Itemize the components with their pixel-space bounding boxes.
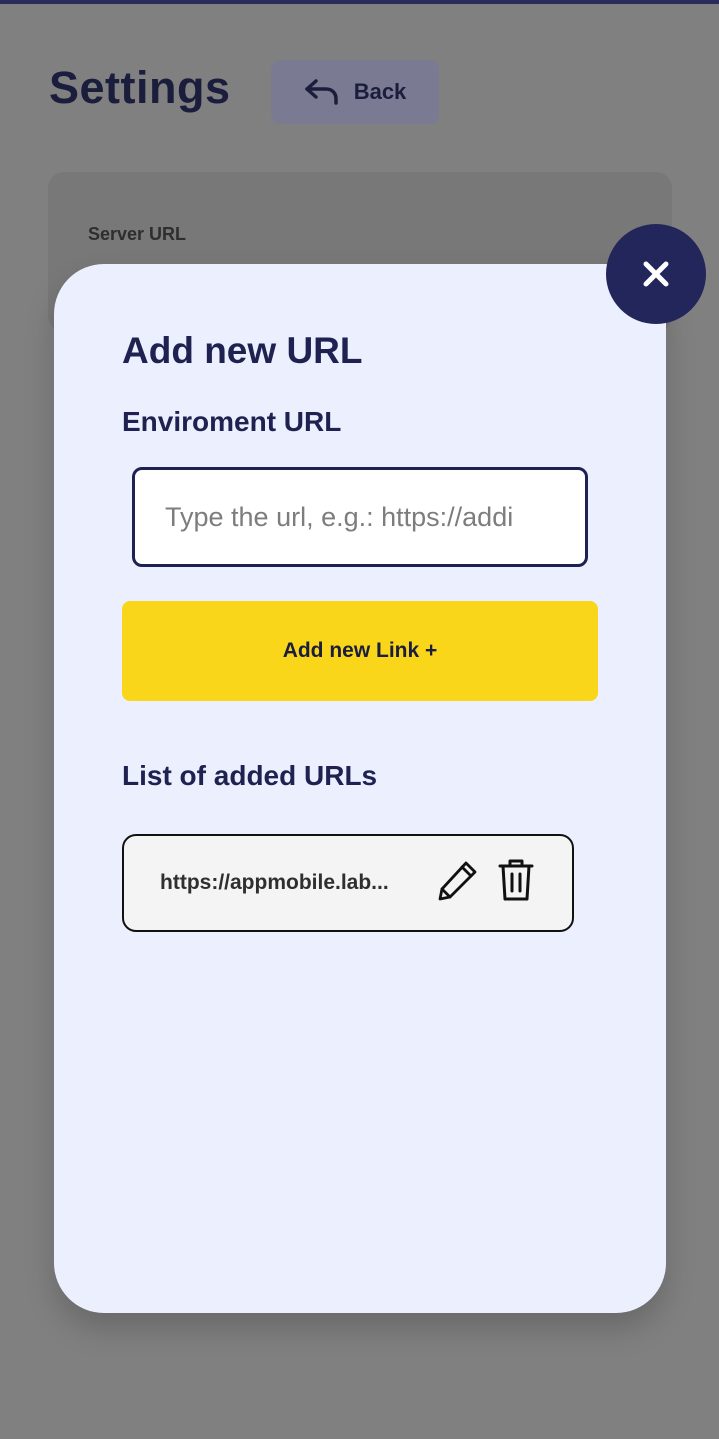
page-title: Settings (49, 62, 231, 113)
add-url-modal: Add new URL Enviroment URL Add new Link … (54, 264, 666, 1313)
top-bar-line (0, 0, 719, 4)
add-new-link-button[interactable]: Add new Link + (122, 601, 598, 701)
back-button[interactable]: Back (271, 60, 439, 124)
environment-url-label: Enviroment URL (122, 406, 342, 437)
back-arrow-icon (304, 79, 338, 105)
server-url-label: Server URL (88, 224, 187, 244)
close-modal-button[interactable] (606, 224, 706, 324)
url-list-item: https://appmobile.lab... (122, 834, 574, 932)
pencil-icon[interactable] (436, 858, 480, 902)
modal-title: Add new URL (122, 330, 363, 371)
url-list-item-text: https://appmobile.lab... (160, 871, 389, 894)
trash-icon[interactable] (498, 858, 534, 902)
back-button-label: Back (353, 79, 407, 104)
close-icon (643, 261, 669, 287)
url-input[interactable] (132, 467, 588, 567)
added-urls-title: List of added URLs (122, 760, 378, 791)
